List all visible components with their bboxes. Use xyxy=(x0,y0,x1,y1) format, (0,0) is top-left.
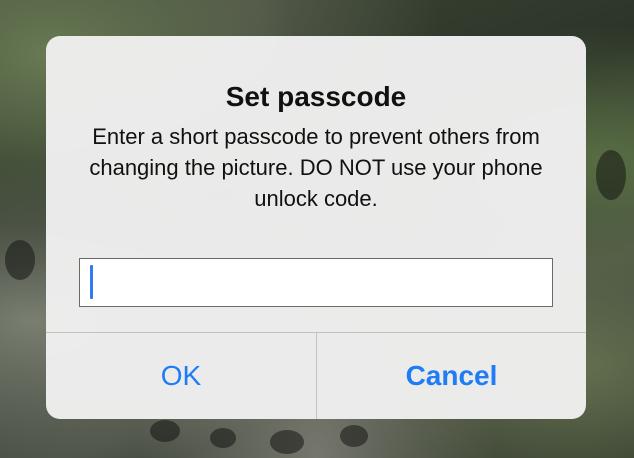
background-spot xyxy=(340,425,368,447)
background-spot xyxy=(210,428,236,448)
passcode-dialog: Set passcode Enter a short passcode to p… xyxy=(46,36,586,419)
dialog-title: Set passcode xyxy=(225,81,407,112)
text-cursor xyxy=(90,265,93,299)
background-spot xyxy=(596,150,626,200)
ok-button[interactable]: OK xyxy=(46,333,316,419)
cancel-button[interactable]: Cancel xyxy=(317,333,586,419)
passcode-input[interactable] xyxy=(79,258,553,307)
dialog-message: Enter a short passcode to prevent others… xyxy=(89,124,543,211)
background-spot xyxy=(150,420,180,442)
background-spot xyxy=(5,240,35,280)
background-spot xyxy=(270,430,304,454)
